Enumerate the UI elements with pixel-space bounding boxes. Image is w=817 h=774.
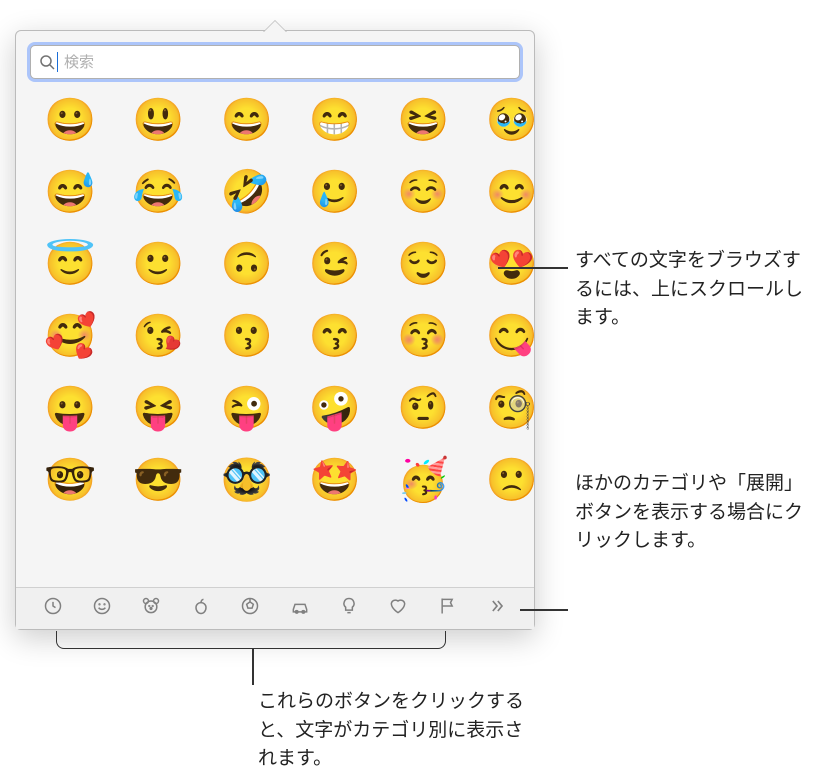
callout-expand: ほかのカテゴリや「展開」ボタンを表示する場合にクリックします。 xyxy=(575,470,805,556)
callout-leader-line xyxy=(498,267,568,269)
callout-scroll: すべての文字をブラウズするには、上にスクロールします。 xyxy=(575,247,805,333)
category-objects-button[interactable] xyxy=(333,593,365,625)
emoji-cell[interactable]: 😇 xyxy=(44,243,96,285)
search-container xyxy=(16,31,534,89)
emoji-cell[interactable]: ☺️ xyxy=(397,171,449,213)
callout-leader-line xyxy=(252,649,254,685)
emoji-cell[interactable]: 😗 xyxy=(221,315,273,357)
emoji-grid: 😀 😃 😄 😁 😆 🥹 😅 😂 🤣 🥲 ☺️ 😊 😇 🙂 🙃 😉 😌 😍 🥰 😘 😗 😙 😚 😋 😛 😝 😜 🤪 🤨 🧐 🤓 😎 🥸 🤩 🥳 🙁 xyxy=(16,89,534,521)
category-recent-button[interactable] xyxy=(37,593,69,625)
category-bar xyxy=(16,587,534,629)
callout-leader-line xyxy=(520,609,568,611)
emoji-cell[interactable]: 🤪 xyxy=(309,387,361,429)
emoji-cell[interactable]: 😁 xyxy=(309,99,361,141)
emoji-cell[interactable]: 🥲 xyxy=(309,171,361,213)
emoji-cell[interactable]: 🤣 xyxy=(221,171,273,213)
emoji-cell[interactable]: 🙂 xyxy=(132,243,184,285)
emoji-cell[interactable]: 😆 xyxy=(397,99,449,141)
search-icon xyxy=(39,54,55,70)
category-animals-button[interactable] xyxy=(135,593,167,625)
emoji-cell[interactable]: 😉 xyxy=(309,243,361,285)
emoji-cell[interactable]: 😘 xyxy=(132,315,184,357)
emoji-cell[interactable]: 😄 xyxy=(221,99,273,141)
emoji-cell[interactable]: 🥹 xyxy=(485,99,537,141)
emoji-cell[interactable]: 😝 xyxy=(132,387,184,429)
emoji-cell[interactable]: 😋 xyxy=(485,315,537,357)
soccer-icon xyxy=(240,596,260,621)
emoji-cell[interactable]: 😂 xyxy=(132,171,184,213)
smiley-icon xyxy=(92,596,112,621)
category-smileys-button[interactable] xyxy=(86,593,118,625)
emoji-cell[interactable]: 😎 xyxy=(132,459,184,501)
emoji-cell[interactable]: 🥳 xyxy=(397,459,449,501)
chevrons-icon xyxy=(487,596,507,621)
apple-icon xyxy=(191,596,211,621)
character-viewer-popover: 😀 😃 😄 😁 😆 🥹 😅 😂 🤣 🥲 ☺️ 😊 😇 🙂 🙃 😉 😌 😍 🥰 😘 😗 😙 😚 😋 😛 😝 😜 🤪 🤨 🧐 🤓 😎 🥸 🤩 🥳 🙁 xyxy=(15,30,535,630)
emoji-cell[interactable]: 😍 xyxy=(485,243,537,285)
animal-icon xyxy=(141,596,161,621)
popover-arrow xyxy=(263,21,287,33)
emoji-cell[interactable]: 😚 xyxy=(397,315,449,357)
clock-icon xyxy=(43,596,63,621)
emoji-cell[interactable]: 😌 xyxy=(397,243,449,285)
emoji-cell[interactable]: 🥰 xyxy=(44,315,96,357)
emoji-cell[interactable]: 🙃 xyxy=(221,243,273,285)
emoji-cell[interactable]: 🙁 xyxy=(485,459,537,501)
emoji-cell[interactable]: 😀 xyxy=(44,99,96,141)
search-field[interactable] xyxy=(30,45,520,79)
car-icon xyxy=(290,596,310,621)
category-flags-button[interactable] xyxy=(432,593,464,625)
bulb-icon xyxy=(339,596,359,621)
category-travel-button[interactable] xyxy=(284,593,316,625)
emoji-cell[interactable]: 😅 xyxy=(44,171,96,213)
emoji-cell[interactable]: 🤓 xyxy=(44,459,96,501)
search-input[interactable] xyxy=(58,53,511,72)
category-activity-button[interactable] xyxy=(234,593,266,625)
category-food-button[interactable] xyxy=(185,593,217,625)
emoji-cell[interactable]: 🥸 xyxy=(221,459,273,501)
emoji-cell[interactable]: 😙 xyxy=(309,315,361,357)
emoji-cell[interactable]: 😊 xyxy=(485,171,537,213)
emoji-cell[interactable]: 😜 xyxy=(221,387,273,429)
heart-icon xyxy=(388,596,408,621)
flag-icon xyxy=(438,596,458,621)
emoji-cell[interactable]: 😃 xyxy=(132,99,184,141)
emoji-cell[interactable]: 🤩 xyxy=(309,459,361,501)
emoji-cell[interactable]: 🧐 xyxy=(485,387,537,429)
category-expand-button[interactable] xyxy=(481,593,513,625)
emoji-cell[interactable]: 🤨 xyxy=(397,387,449,429)
callout-bracket xyxy=(56,631,446,649)
emoji-cell[interactable]: 😛 xyxy=(44,387,96,429)
category-symbols-button[interactable] xyxy=(382,593,414,625)
